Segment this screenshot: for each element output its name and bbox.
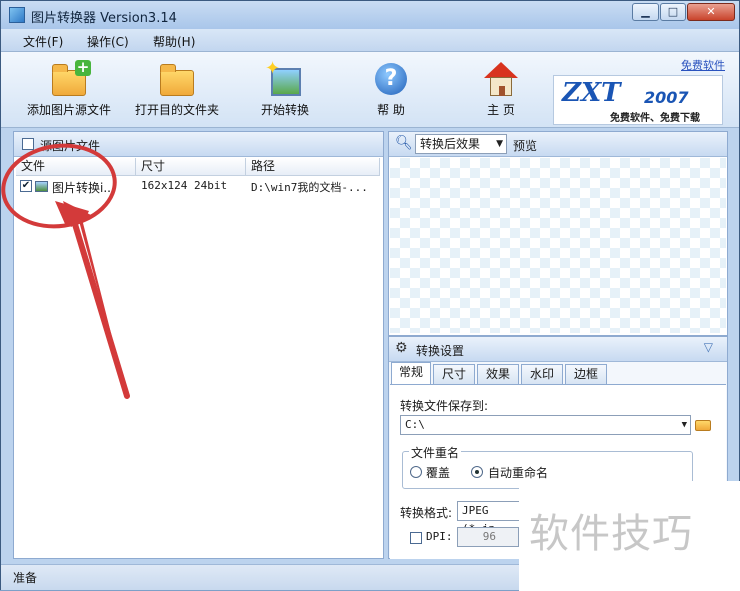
help-label: 帮 助: [377, 103, 405, 117]
auto-rename-radio[interactable]: [471, 466, 483, 478]
logo-subtitle: 免费软件、免费下载: [610, 113, 700, 124]
format-label: 转换格式:: [400, 506, 453, 520]
save-to-label: 转换文件保存到:: [400, 399, 489, 413]
chevron-down-icon: ▼: [681, 420, 687, 430]
preview-label: 预览: [513, 139, 538, 153]
window-title: 图片转换器 Version3.14: [31, 11, 177, 26]
menu-bar: 文件(F) 操作(C) 帮助(H): [1, 29, 739, 52]
source-panel-header: 源图片文件: [14, 132, 383, 157]
preview-mode-value: 转换后效果: [420, 137, 481, 151]
collapse-icon[interactable]: ▽: [704, 340, 713, 354]
preview-mode-select[interactable]: 转换后效果 ▼: [415, 134, 507, 154]
format-select[interactable]: JPEG (*.jp: [457, 501, 527, 535]
chevron-down-icon: ▼: [496, 139, 503, 149]
home-label: 主 页: [487, 103, 515, 117]
column-size[interactable]: 尺寸: [136, 158, 246, 176]
tab-watermark[interactable]: 水印: [521, 364, 563, 384]
help-icon: ?: [371, 62, 411, 98]
logo-year-text: 2007: [644, 88, 689, 107]
save-to-select[interactable]: C:\ ▼: [400, 415, 691, 435]
tab-size[interactable]: 尺寸: [433, 364, 475, 384]
row-filename: 图片转换i...: [52, 181, 115, 195]
preview-panel-header: 🔍︎ 转换后效果 ▼ 预览: [389, 132, 727, 157]
menu-operate[interactable]: 操作(C): [87, 33, 129, 50]
select-all-checkbox[interactable]: [22, 138, 34, 150]
home-button[interactable]: 主 页: [473, 56, 529, 124]
tab-general[interactable]: 常规: [391, 362, 431, 384]
settings-title: 转换设置: [416, 344, 465, 358]
open-dest-label: 打开目的文件夹: [134, 103, 219, 117]
source-panel-title: 源图片文件: [40, 139, 101, 153]
menu-help[interactable]: 帮助(H): [153, 33, 195, 50]
free-software-link[interactable]: 免费软件: [681, 57, 725, 73]
row-path: D:\win7我的文档-...: [251, 181, 368, 194]
app-window: 图片转换器 Version3.14 ▁ □ ✕ 文件(F) 操作(C) 帮助(H…: [0, 0, 740, 591]
close-button[interactable]: ✕: [687, 3, 735, 21]
title-bar[interactable]: 图片转换器 Version3.14 ▁ □ ✕: [1, 1, 739, 29]
minimize-button[interactable]: ▁: [632, 3, 659, 21]
app-icon: [9, 7, 25, 23]
help-button[interactable]: ? 帮 助: [363, 56, 419, 124]
start-convert-label: 开始转换: [260, 103, 309, 117]
dpi-value: 96: [482, 530, 496, 543]
logo-main-text: ZXT: [562, 78, 621, 108]
watermark-text: 软件技巧: [529, 511, 693, 557]
preview-canvas: [390, 158, 726, 333]
home-icon: [481, 62, 521, 98]
magnifier-icon: 🔍︎: [395, 135, 413, 151]
column-file[interactable]: 文件: [16, 158, 136, 176]
start-convert-button[interactable]: ✦ 开始转换: [253, 56, 317, 124]
tab-border[interactable]: 边框: [565, 364, 607, 384]
toolbar: + 添加图片源文件 打开目的文件夹 ✦ 开始转换 ? 帮 助 主 页 免费软件 …: [1, 52, 739, 128]
column-path[interactable]: 路径: [246, 158, 380, 176]
settings-panel-header[interactable]: ⚙ 转换设置 ▽: [389, 337, 727, 362]
overwrite-label: 覆盖: [426, 466, 451, 480]
browse-folder-icon[interactable]: [695, 417, 711, 431]
save-to-value: C:\: [405, 418, 425, 431]
row-size: 162x124 24bit: [141, 179, 228, 192]
magic-wand-icon: ✦: [265, 58, 305, 98]
dpi-label: DPI:: [426, 530, 453, 543]
add-source-button[interactable]: + 添加图片源文件: [23, 56, 115, 124]
dpi-checkbox[interactable]: [410, 532, 422, 544]
auto-rename-label: 自动重命名: [488, 466, 549, 480]
add-folder-icon: +: [49, 60, 91, 98]
source-files-panel: 源图片文件 文件 尺寸 路径 ✔ 图片转换i... 162x124 24bit …: [13, 131, 384, 559]
rename-group-label: 文件重名: [409, 444, 462, 461]
maximize-button[interactable]: □: [660, 3, 686, 21]
status-text: 准备: [13, 571, 38, 585]
folder-icon: [157, 62, 197, 98]
add-source-label: 添加图片源文件: [26, 103, 111, 117]
row-checkbox[interactable]: ✔: [20, 180, 32, 192]
open-dest-button[interactable]: 打开目的文件夹: [131, 56, 223, 124]
tab-effect[interactable]: 效果: [477, 364, 519, 384]
gear-icon: ⚙: [395, 340, 408, 356]
dpi-input[interactable]: 96: [457, 527, 519, 547]
menu-file[interactable]: 文件(F): [23, 33, 63, 50]
image-file-icon: [35, 181, 48, 192]
overwrite-radio[interactable]: [410, 466, 422, 478]
zxt-logo[interactable]: ZXT 2007 免费软件、免费下载: [553, 75, 723, 125]
